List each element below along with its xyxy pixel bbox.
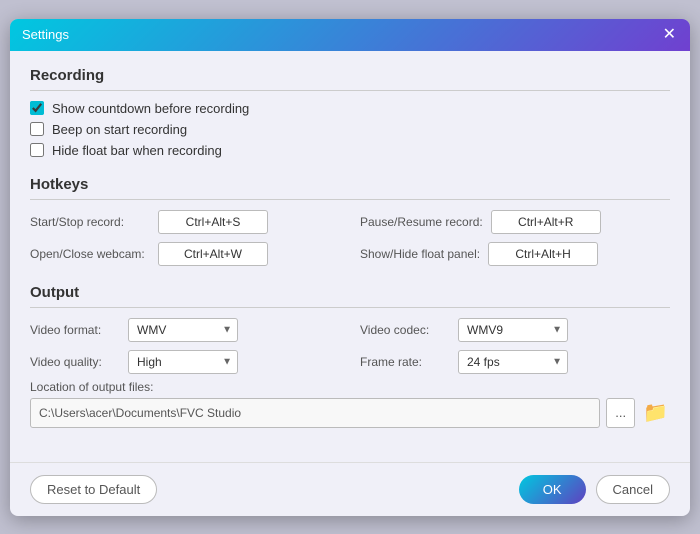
output-row-4: Frame rate: 24 fps 30 fps 60 fps ▼: [360, 350, 670, 374]
video-codec-wrapper: WMV9 H.264 H.265 ▼: [458, 318, 568, 342]
hotkey-row-1: Start/Stop record:: [30, 210, 340, 234]
hotkey-input-4[interactable]: [488, 242, 598, 266]
video-format-label: Video format:: [30, 323, 120, 337]
show-countdown-checkbox[interactable]: [30, 101, 44, 115]
frame-rate-label: Frame rate:: [360, 355, 450, 369]
browse-dots-button[interactable]: ...: [606, 398, 635, 428]
show-countdown-label: Show countdown before recording: [52, 101, 249, 116]
output-section: Output Video format: WMV MP4 AVI MOV ▼: [30, 284, 670, 428]
hotkey-label-4: Show/Hide float panel:: [360, 247, 480, 261]
checkbox-row-2: Beep on start recording: [30, 122, 670, 137]
location-row: ... 📁: [30, 398, 670, 428]
video-quality-select[interactable]: High Medium Low: [128, 350, 238, 374]
hotkey-row-2: Pause/Resume record:: [360, 210, 670, 234]
hotkeys-grid: Start/Stop record: Pause/Resume record: …: [30, 210, 670, 266]
output-grid: Video format: WMV MP4 AVI MOV ▼ Video co…: [30, 318, 670, 374]
folder-button[interactable]: 📁: [641, 398, 670, 428]
video-quality-label: Video quality:: [30, 355, 120, 369]
cancel-button[interactable]: Cancel: [596, 475, 670, 504]
beep-on-recording-checkbox[interactable]: [30, 122, 44, 136]
checkbox-row-1: Show countdown before recording: [30, 101, 670, 116]
video-format-wrapper: WMV MP4 AVI MOV ▼: [128, 318, 238, 342]
hotkeys-title: Hotkeys: [30, 176, 670, 200]
beep-on-recording-label: Beep on start recording: [52, 122, 187, 137]
ok-button[interactable]: OK: [519, 475, 586, 504]
output-row-2: Video codec: WMV9 H.264 H.265 ▼: [360, 318, 670, 342]
output-row-3: Video quality: High Medium Low ▼: [30, 350, 340, 374]
settings-window: Settings ✕ Recording Show countdown befo…: [10, 19, 690, 516]
hotkey-row-3: Open/Close webcam:: [30, 242, 340, 266]
video-codec-select[interactable]: WMV9 H.264 H.265: [458, 318, 568, 342]
main-content: Recording Show countdown before recordin…: [10, 51, 690, 462]
recording-title: Recording: [30, 67, 670, 91]
footer: Reset to Default OK Cancel: [10, 462, 690, 516]
hide-float-bar-label: Hide float bar when recording: [52, 143, 222, 158]
hotkey-label-3: Open/Close webcam:: [30, 247, 150, 261]
output-row-1: Video format: WMV MP4 AVI MOV ▼: [30, 318, 340, 342]
checkbox-row-3: Hide float bar when recording: [30, 143, 670, 158]
titlebar: Settings ✕: [10, 19, 690, 51]
recording-section: Recording Show countdown before recordin…: [30, 67, 670, 158]
footer-right: OK Cancel: [519, 475, 670, 504]
hotkey-input-3[interactable]: [158, 242, 268, 266]
video-codec-label: Video codec:: [360, 323, 450, 337]
window-title: Settings: [22, 27, 69, 42]
video-quality-wrapper: High Medium Low ▼: [128, 350, 238, 374]
frame-rate-wrapper: 24 fps 30 fps 60 fps ▼: [458, 350, 568, 374]
hotkeys-section: Hotkeys Start/Stop record: Pause/Resume …: [30, 176, 670, 266]
location-input[interactable]: [30, 398, 600, 428]
output-title: Output: [30, 284, 670, 308]
hotkey-label-1: Start/Stop record:: [30, 215, 150, 229]
reset-to-default-button[interactable]: Reset to Default: [30, 475, 157, 504]
hotkey-input-2[interactable]: [491, 210, 601, 234]
hotkey-input-1[interactable]: [158, 210, 268, 234]
location-label: Location of output files:: [30, 380, 670, 394]
close-button[interactable]: ✕: [661, 27, 678, 43]
hide-float-bar-checkbox[interactable]: [30, 143, 44, 157]
hotkey-label-2: Pause/Resume record:: [360, 215, 483, 229]
video-format-select[interactable]: WMV MP4 AVI MOV: [128, 318, 238, 342]
hotkey-row-4: Show/Hide float panel:: [360, 242, 670, 266]
frame-rate-select[interactable]: 24 fps 30 fps 60 fps: [458, 350, 568, 374]
